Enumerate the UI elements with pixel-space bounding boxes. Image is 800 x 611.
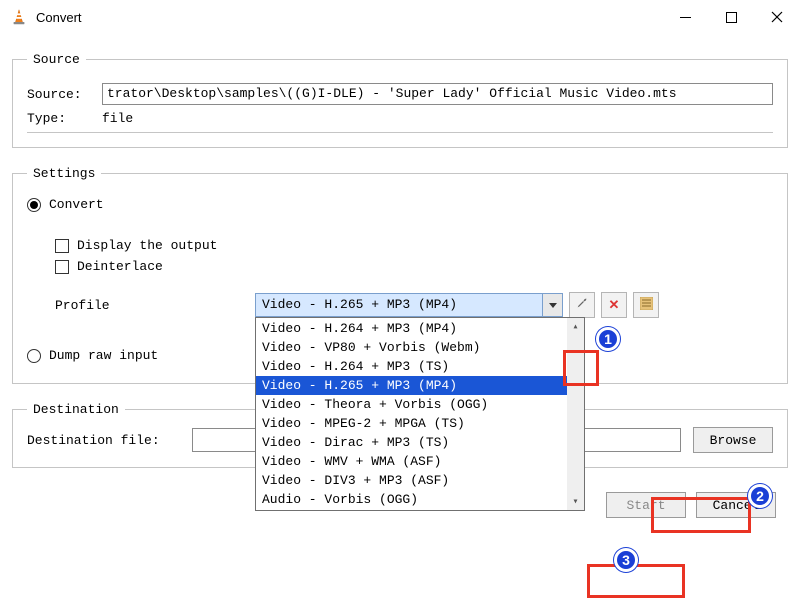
title-bar: Convert <box>0 0 800 34</box>
chevron-down-icon <box>549 303 557 308</box>
profile-option[interactable]: Video - Theora + Vorbis (OGG) <box>256 395 567 414</box>
profile-option[interactable]: Video - H.264 + MP3 (TS) <box>256 357 567 376</box>
profile-selected-text: Video - H.265 + MP3 (MP4) <box>256 294 542 316</box>
settings-legend: Settings <box>27 166 101 181</box>
dump-raw-radio[interactable] <box>27 349 41 363</box>
browse-button[interactable]: Browse <box>693 427 773 453</box>
highlight-3 <box>587 564 685 598</box>
window-controls <box>662 0 800 34</box>
dropdown-scrollbar[interactable]: ▴ ▾ <box>567 318 584 510</box>
convert-radio-label: Convert <box>49 197 104 212</box>
type-value: file <box>102 111 133 126</box>
profile-option[interactable]: Audio - Vorbis (OGG) <box>256 490 567 509</box>
profile-option[interactable]: Video - DIV3 + MP3 (ASF) <box>256 471 567 490</box>
deinterlace-checkbox[interactable] <box>55 260 69 274</box>
display-output-label: Display the output <box>77 238 217 253</box>
profile-option[interactable]: Video - Dirac + MP3 (TS) <box>256 433 567 452</box>
destination-legend: Destination <box>27 402 125 417</box>
delete-profile-button[interactable]: ✕ <box>601 292 627 318</box>
profile-option[interactable]: Video - H.265 + MP3 (MP4) <box>256 376 567 395</box>
list-icon <box>640 297 653 314</box>
minimize-button[interactable] <box>662 0 708 34</box>
start-button[interactable]: Start <box>606 492 686 518</box>
type-label: Type: <box>27 111 102 126</box>
profile-dropdown-button[interactable] <box>542 294 562 316</box>
profile-option[interactable]: Video - WMV + WMA (ASF) <box>256 452 567 471</box>
profile-combobox[interactable]: Video - H.265 + MP3 (MP4) Video - H.264 … <box>255 293 563 317</box>
profile-option[interactable]: Video - VP80 + Vorbis (Webm) <box>256 338 567 357</box>
profile-label: Profile <box>55 298 255 313</box>
profile-option[interactable]: Video - MPEG-2 + MPGA (TS) <box>256 414 567 433</box>
source-input[interactable]: trator\Desktop\samples\((G)I-DLE) - 'Sup… <box>102 83 773 105</box>
wrench-icon <box>575 296 589 314</box>
scroll-down-icon[interactable]: ▾ <box>567 493 584 510</box>
vlc-icon <box>10 8 28 26</box>
new-profile-button[interactable] <box>633 292 659 318</box>
window-title: Convert <box>36 10 662 25</box>
source-group: Source Source: trator\Desktop\samples\((… <box>12 52 788 148</box>
close-button[interactable] <box>754 0 800 34</box>
destination-file-label: Destination file: <box>27 433 192 448</box>
profile-dropdown-list: Video - H.264 + MP3 (MP4) Video - VP80 +… <box>255 317 585 511</box>
cancel-button[interactable]: Cancel <box>696 492 776 518</box>
deinterlace-label: Deinterlace <box>77 259 163 274</box>
x-icon: ✕ <box>609 297 620 313</box>
dump-raw-label: Dump raw input <box>49 348 158 363</box>
convert-radio[interactable] <box>27 198 41 212</box>
settings-group: Settings Convert Display the output Dein… <box>12 166 788 384</box>
edit-profile-button[interactable] <box>569 292 595 318</box>
scroll-up-icon[interactable]: ▴ <box>567 318 584 335</box>
display-output-checkbox[interactable] <box>55 239 69 253</box>
maximize-button[interactable] <box>708 0 754 34</box>
source-legend: Source <box>27 52 86 67</box>
profile-option[interactable]: Video - H.264 + MP3 (MP4) <box>256 319 567 338</box>
badge-3: 3 <box>614 548 638 572</box>
source-label: Source: <box>27 87 102 102</box>
